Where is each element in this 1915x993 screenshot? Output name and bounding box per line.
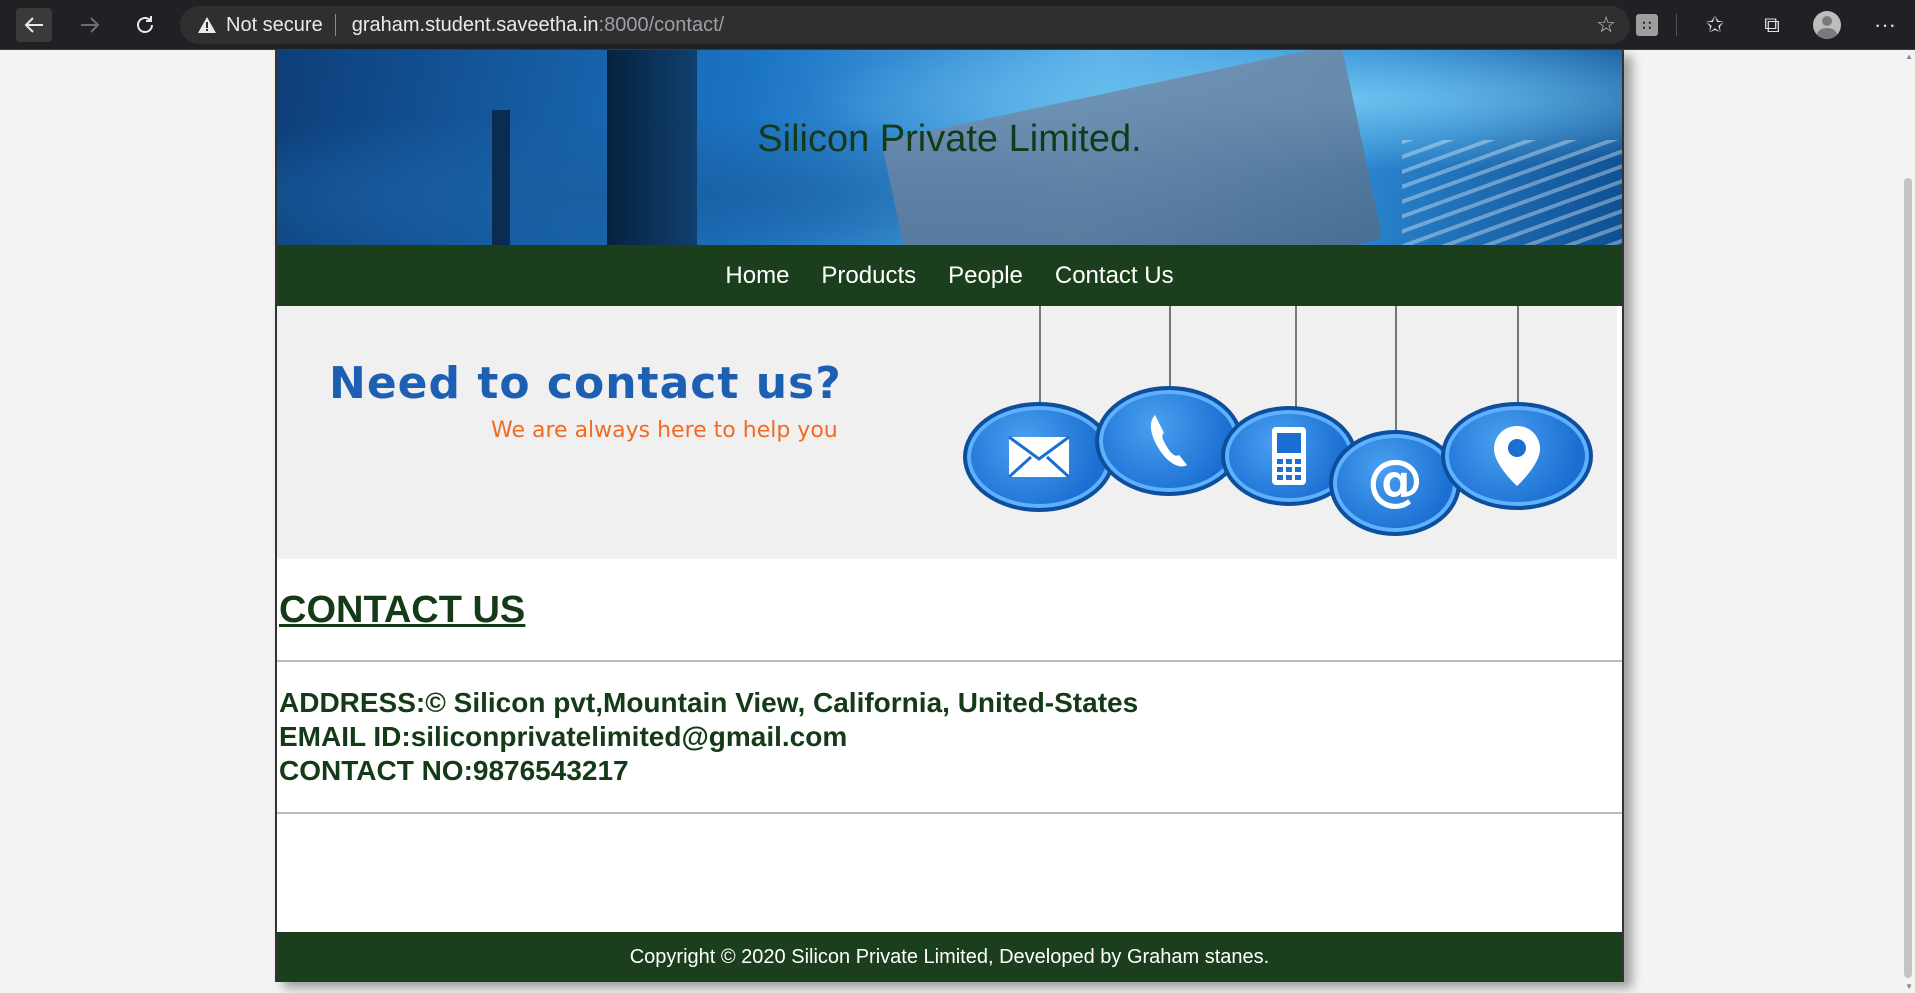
envelope-icon — [963, 402, 1115, 512]
arrow-right-icon — [81, 17, 100, 33]
tag-string — [1517, 306, 1519, 406]
nav-home[interactable]: Home — [725, 262, 789, 290]
arrow-left-icon — [24, 17, 43, 33]
warning-icon[interactable] — [196, 14, 218, 36]
address-text: ADDRESS:© Silicon pvt,Mountain View, Cal… — [279, 687, 1139, 718]
nav-people[interactable]: People — [948, 262, 1023, 290]
reload-button[interactable] — [127, 8, 163, 42]
page-container: Silicon Private Limited. Home Products P… — [275, 50, 1624, 982]
scroll-up-icon[interactable]: ▲ — [1905, 52, 1913, 61]
address-divider — [334, 14, 336, 36]
address-bar[interactable]: Not secure graham.student.saveetha.in:80… — [180, 6, 1630, 44]
location-icon — [1441, 402, 1593, 510]
forward-button[interactable] — [72, 8, 108, 42]
divider — [277, 812, 1622, 814]
page-viewport: Silicon Private Limited. Home Products P… — [0, 50, 1915, 993]
banner-heading: Need to contact us? — [329, 358, 842, 409]
reload-icon — [137, 16, 153, 33]
site-title: Silicon Private Limited. — [757, 118, 1142, 160]
url-path[interactable]: :8000/contact/ — [599, 14, 725, 37]
phone-icon — [1095, 386, 1243, 496]
nav-products[interactable]: Products — [821, 262, 916, 290]
scroll-down-icon[interactable]: ▼ — [1905, 982, 1913, 991]
url-host[interactable]: graham.student.saveetha.in — [352, 14, 599, 37]
tag-string — [1039, 306, 1041, 406]
profile-avatar-icon[interactable] — [1812, 10, 1842, 40]
tag-string — [1395, 306, 1397, 434]
nav-contact-us[interactable]: Contact Us — [1055, 262, 1174, 290]
phone-text: CONTACT NO:9876543217 — [279, 755, 629, 786]
scrollbar[interactable]: ▲ ▼ — [1901, 50, 1915, 993]
divider — [277, 660, 1622, 662]
extension-icon[interactable]: ∷ — [1632, 10, 1662, 40]
email-text: EMAIL ID:siliconprivatelimited@gmail.com — [279, 721, 848, 752]
svg-text:@: @ — [1367, 453, 1423, 513]
page-footer: Copyright © 2020 Silicon Private Limited… — [277, 932, 1622, 982]
copyright-text: Copyright © 2020 Silicon Private Limited… — [629, 945, 1270, 968]
tag-string — [1295, 306, 1297, 410]
contact-section: CONTACT US ADDRESS:© Silicon pvt,Mountai… — [277, 589, 1622, 814]
collections-icon[interactable]: ⧉ — [1757, 10, 1787, 40]
header-banner: Silicon Private Limited. — [277, 50, 1622, 245]
back-button[interactable] — [16, 8, 52, 42]
more-menu-icon[interactable]: ··· — [1870, 10, 1900, 40]
toolbar-divider — [1676, 14, 1677, 36]
main-nav: Home Products People Contact Us — [277, 245, 1622, 306]
browser-toolbar: Not secure graham.student.saveetha.in:80… — [0, 0, 1915, 50]
scrollbar-thumb[interactable] — [1904, 178, 1912, 978]
contact-info: ADDRESS:© Silicon pvt,Mountain View, Cal… — [279, 686, 1622, 788]
contact-banner-image: Need to contact us? We are always here t… — [277, 306, 1617, 559]
security-label[interactable]: Not secure — [226, 14, 323, 37]
banner-subheading: We are always here to help you — [491, 418, 838, 443]
favorites-icon[interactable]: ✩ — [1700, 10, 1730, 40]
contact-heading: CONTACT US — [279, 589, 526, 631]
tag-string — [1169, 306, 1171, 394]
add-favorite-icon[interactable]: ☆ — [1596, 12, 1616, 38]
